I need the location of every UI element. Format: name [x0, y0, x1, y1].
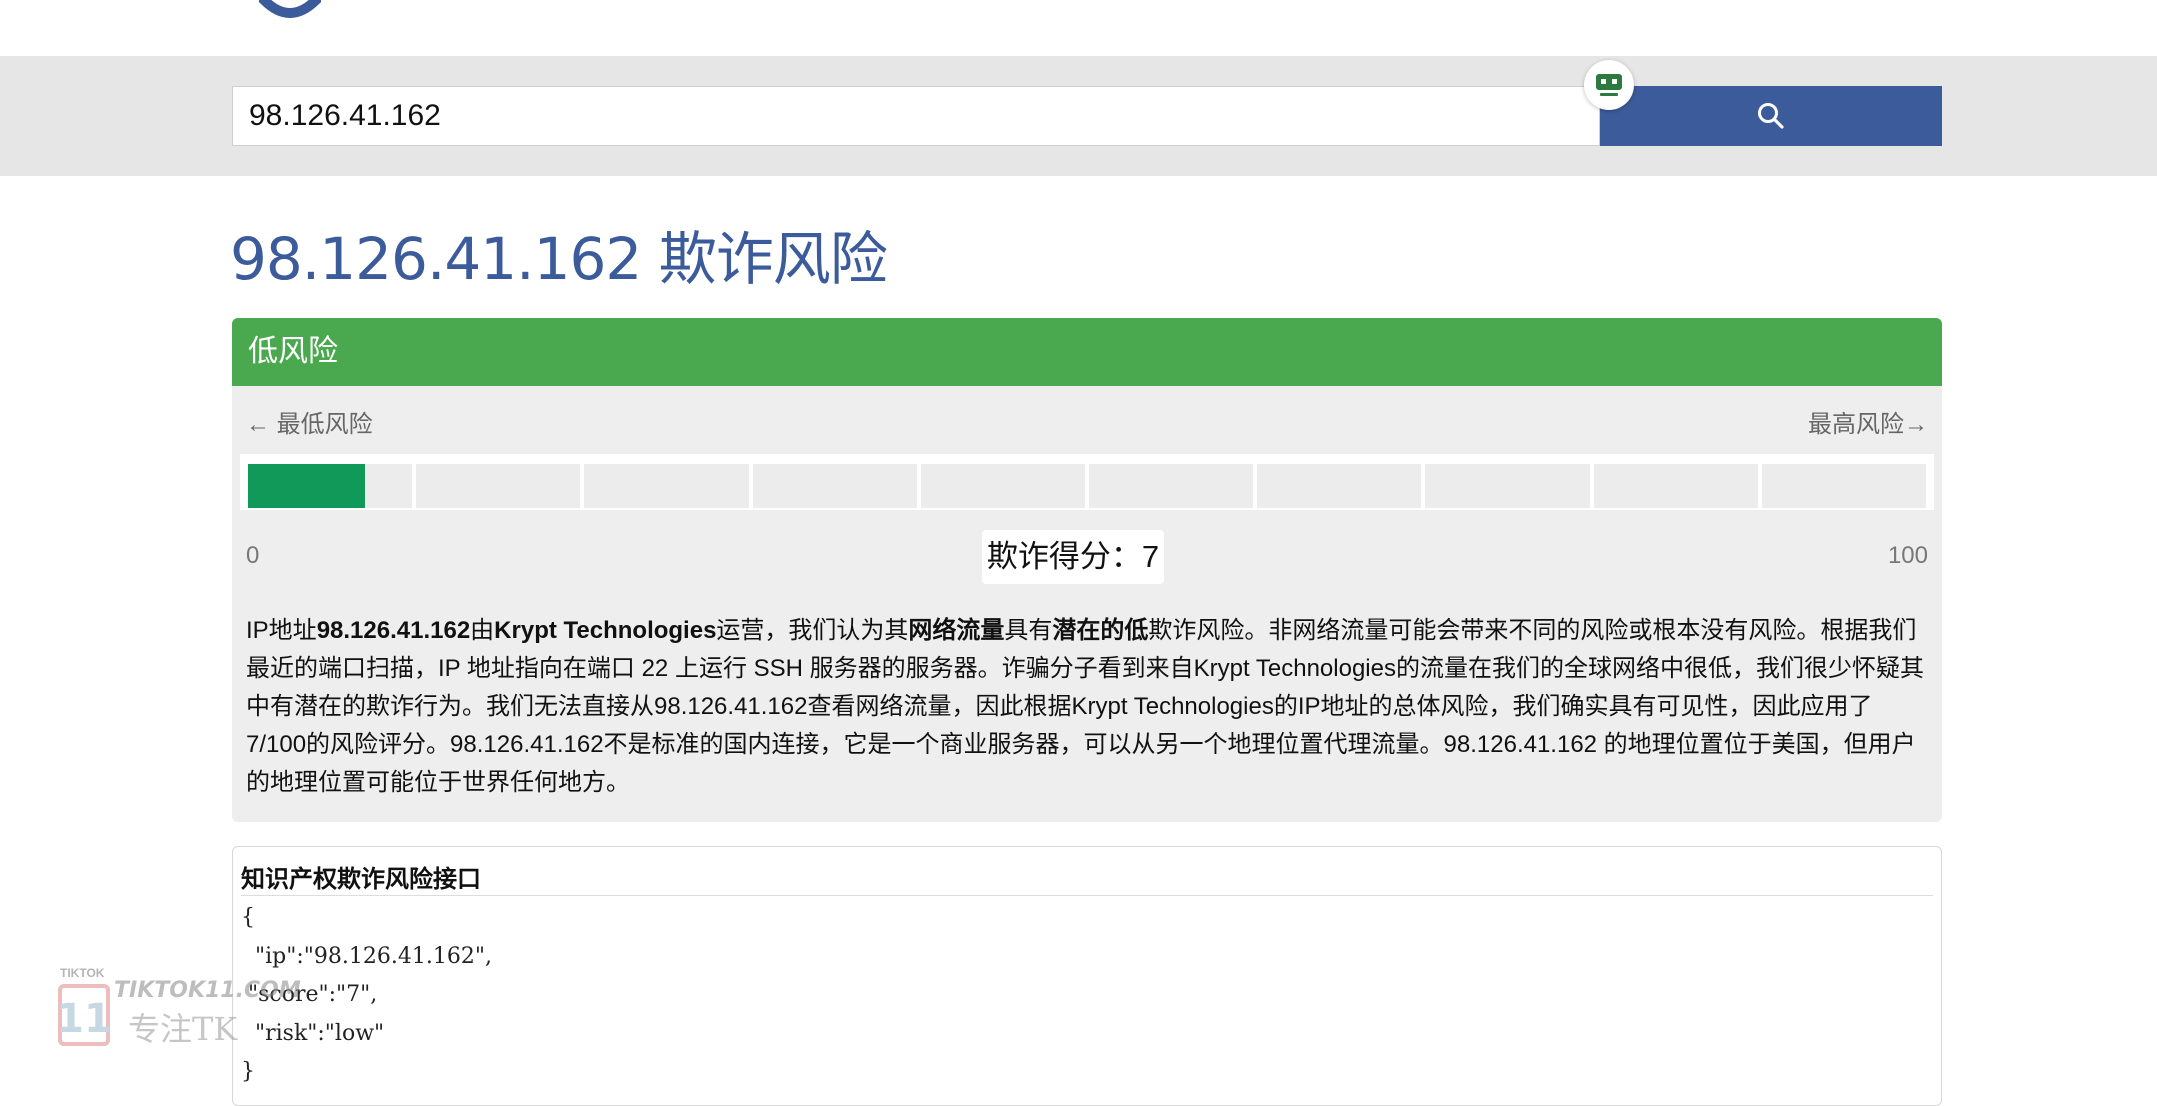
- risk-meter-segment: [920, 464, 1085, 508]
- risk-meter: [240, 454, 1934, 510]
- risk-meter-segment: [584, 464, 749, 508]
- watermark: 11 TIKTOK TIKTOK11.COM 专注TK: [58, 966, 301, 1048]
- shield-icon: [259, 0, 321, 18]
- risk-meter-segment: [1425, 464, 1590, 508]
- fraud-score: 欺诈得分：7: [982, 530, 1164, 584]
- search-button[interactable]: [1600, 86, 1942, 146]
- scale-min: 0: [246, 542, 260, 569]
- scale-max: 100: [1887, 542, 1928, 569]
- search-input[interactable]: 98.126.41.162: [232, 86, 1600, 146]
- risk-meter-segment: [416, 464, 581, 508]
- risk-description: IP地址98.126.41.162由Krypt Technologies运营，我…: [246, 617, 1924, 796]
- risk-panel: 低风险 ← 最低风险 最高风险→ 0 欺诈得分：7 100 IP地址98.126…: [232, 318, 1942, 822]
- risk-meter-fill: [248, 464, 366, 508]
- risk-meter-segment: [1089, 464, 1254, 508]
- extension-badge[interactable]: [1584, 60, 1634, 110]
- scale-high-label: 最高风险→: [1808, 411, 1928, 438]
- shield-logo[interactable]: [250, 0, 330, 26]
- risk-level-header: 低风险: [232, 318, 1942, 386]
- risk-meter-segment: [752, 464, 917, 508]
- risk-meter-segment: [1257, 464, 1422, 508]
- watermark-logo: 11: [58, 984, 112, 1046]
- divider: [241, 895, 1933, 896]
- robot-icon: [1596, 74, 1622, 96]
- page-title: 98.126.41.162 欺诈风险: [230, 225, 888, 293]
- api-panel: 知识产权欺诈风险接口 { "ip":"98.126.41.162", "scor…: [232, 846, 1942, 1106]
- api-title: 知识产权欺诈风险接口: [241, 866, 481, 893]
- svg-text:11: 11: [58, 996, 112, 1042]
- risk-meter-segment: [1761, 464, 1926, 508]
- risk-meter-segment: [1593, 464, 1758, 508]
- scale-low-label: ← 最低风险: [246, 411, 373, 438]
- search-icon: [1758, 103, 1784, 129]
